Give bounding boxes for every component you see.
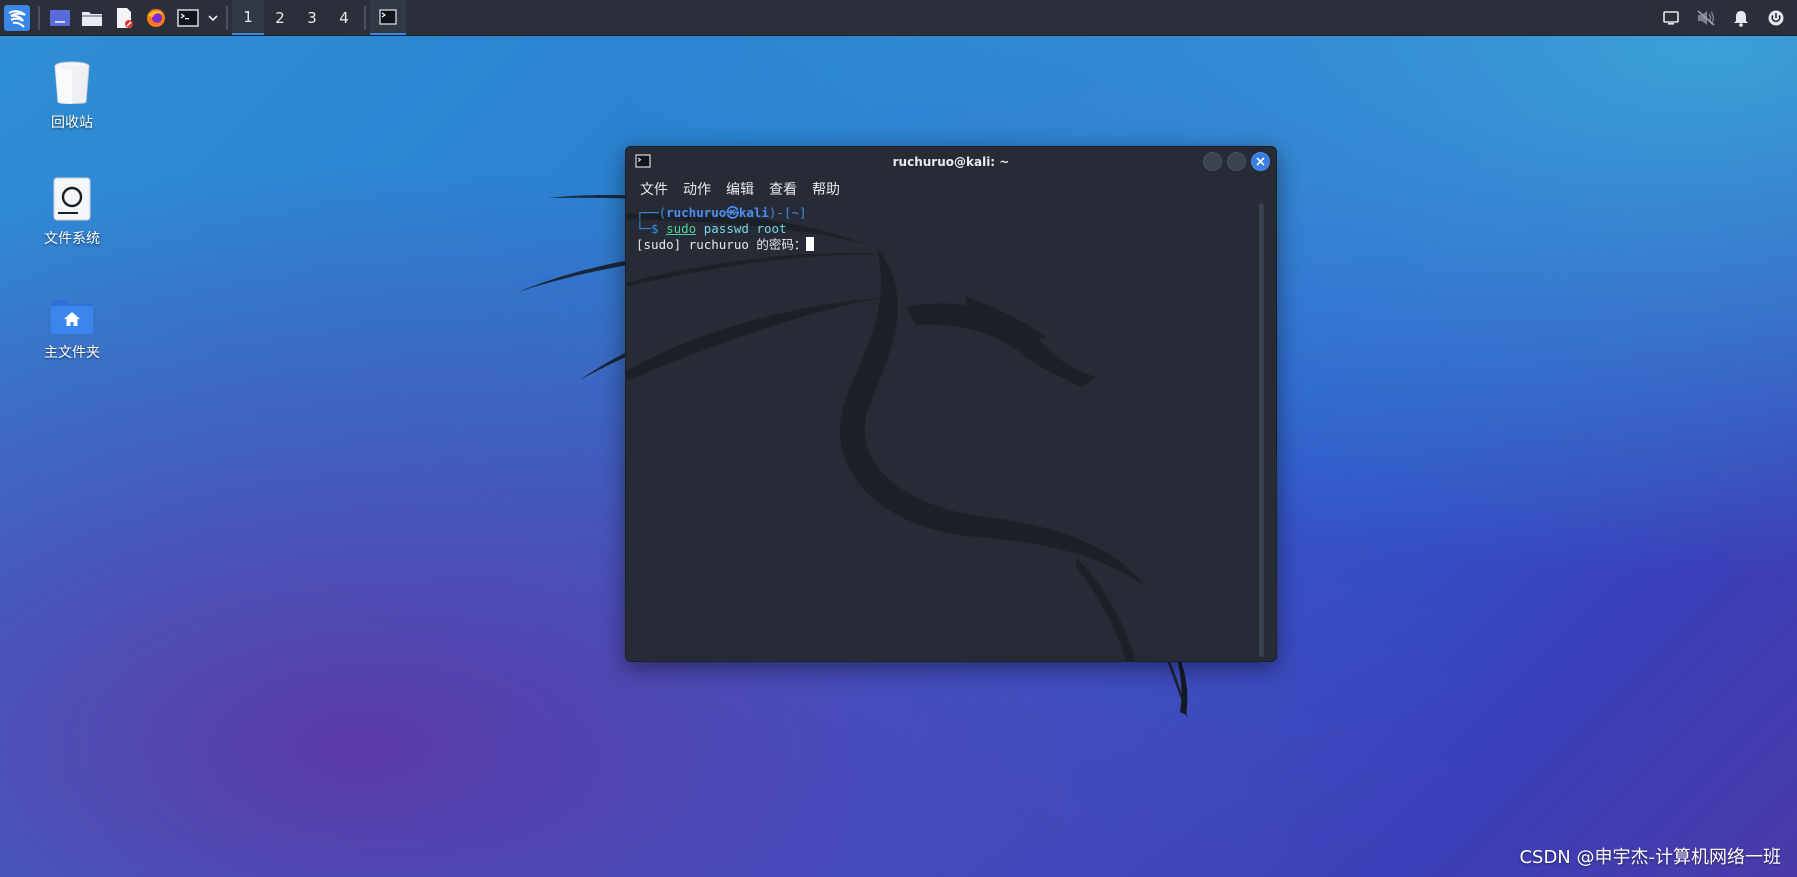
command-name: sudo bbox=[666, 221, 697, 236]
volume-button[interactable] bbox=[1688, 0, 1723, 35]
watermark: CSDN @申宇杰-计算机网络一班 bbox=[1519, 847, 1781, 868]
command-args: passwd root bbox=[703, 221, 787, 236]
terminal-output[interactable]: ┌──(ruchuruo㉿kali)-[~] └─$ sudo passwd r… bbox=[626, 203, 1276, 661]
kali-menu-button[interactable] bbox=[0, 0, 34, 35]
power-icon bbox=[1768, 10, 1783, 25]
terminal-launcher-dropdown[interactable] bbox=[204, 0, 222, 35]
taskbar-separator bbox=[38, 5, 40, 30]
workspace-2-button[interactable]: 2 bbox=[264, 0, 296, 35]
menu-file[interactable]: 文件 bbox=[640, 179, 668, 199]
desktop-icon-label: 文件系统 bbox=[44, 231, 100, 247]
sudo-password-prompt: [sudo] ruchuruo 的密码： bbox=[636, 237, 807, 252]
taskbar-separator bbox=[364, 5, 366, 30]
terminal-menubar: 文件 动作 编辑 查看 帮助 bbox=[626, 177, 1276, 201]
chevron-down-icon bbox=[208, 14, 218, 21]
close-icon bbox=[1256, 157, 1265, 166]
notifications-button[interactable] bbox=[1723, 0, 1758, 35]
bell-icon bbox=[1733, 10, 1748, 27]
drive-icon bbox=[53, 177, 91, 221]
text-cursor bbox=[806, 237, 815, 251]
desktop-icon-label: 回收站 bbox=[51, 115, 93, 131]
desktop-icon-filesystem[interactable]: 文件系统 bbox=[27, 176, 117, 248]
taskbar-separator bbox=[226, 5, 228, 30]
close-button[interactable] bbox=[1251, 152, 1270, 171]
workspace-1-button[interactable]: 1 bbox=[232, 0, 264, 35]
terminal-scrollbar[interactable] bbox=[1259, 203, 1264, 657]
taskbar: 1 2 3 4 bbox=[0, 0, 1797, 36]
task-terminal-window[interactable] bbox=[370, 0, 406, 35]
text-editor-icon bbox=[117, 7, 133, 28]
prompt-open: ┌──( bbox=[636, 205, 667, 220]
power-button[interactable] bbox=[1758, 0, 1793, 35]
menu-edit[interactable]: 编辑 bbox=[726, 179, 754, 199]
monitor-icon bbox=[1662, 10, 1679, 25]
trash-icon bbox=[54, 61, 90, 104]
firefox-button[interactable] bbox=[140, 0, 172, 35]
minimize-button[interactable] bbox=[1203, 152, 1222, 171]
desktop-icon bbox=[50, 9, 70, 26]
prompt-dollar: └─$ bbox=[636, 221, 659, 236]
desktop: 1 2 3 4 回收站 文件系统 主文件夹 ruchuruo@kali: ~ 文… bbox=[0, 0, 1797, 877]
text-editor-button[interactable] bbox=[108, 0, 140, 35]
desktop-icon-trash[interactable]: 回收站 bbox=[27, 58, 117, 132]
kali-dragon-icon bbox=[4, 4, 30, 31]
command-line: └─$ sudo passwd root bbox=[636, 221, 1266, 237]
workspace-4-button[interactable]: 4 bbox=[328, 0, 360, 35]
window-controls bbox=[1203, 152, 1270, 171]
desktop-icon-home[interactable]: 主文件夹 bbox=[27, 296, 117, 362]
system-tray bbox=[1653, 0, 1793, 35]
file-manager-button[interactable] bbox=[76, 0, 108, 35]
folder-icon bbox=[82, 11, 102, 26]
display-button[interactable] bbox=[1653, 0, 1688, 35]
sudo-password-line: [sudo] ruchuruo 的密码： bbox=[636, 237, 1266, 253]
menu-view[interactable]: 查看 bbox=[769, 179, 797, 199]
workspace-3-button[interactable]: 3 bbox=[296, 0, 328, 35]
prompt-line: ┌──(ruchuruo㉿kali)-[~] bbox=[636, 205, 1266, 221]
show-desktop-button[interactable] bbox=[44, 0, 76, 35]
volume-muted-icon bbox=[1696, 9, 1715, 26]
terminal-titlebar[interactable]: ruchuruo@kali: ~ bbox=[626, 147, 1276, 177]
menu-help[interactable]: 帮助 bbox=[812, 179, 840, 199]
prompt-close: )-[~] bbox=[768, 205, 807, 220]
desktop-icon-label: 主文件夹 bbox=[44, 345, 100, 361]
maximize-button[interactable] bbox=[1227, 152, 1246, 171]
terminal-launcher-button[interactable] bbox=[172, 0, 204, 35]
terminal-icon bbox=[635, 154, 651, 168]
home-folder-icon bbox=[51, 300, 93, 334]
menu-actions[interactable]: 动作 bbox=[683, 179, 711, 199]
firefox-icon bbox=[147, 8, 165, 27]
terminal-window[interactable]: ruchuruo@kali: ~ 文件 动作 编辑 查看 帮助 ┌──(ruch… bbox=[625, 146, 1277, 662]
terminal-icon bbox=[379, 8, 397, 25]
prompt-user-host: ruchuruo㉿kali bbox=[666, 205, 769, 220]
terminal-icon bbox=[177, 8, 199, 27]
window-title: ruchuruo@kali: ~ bbox=[892, 155, 1010, 169]
